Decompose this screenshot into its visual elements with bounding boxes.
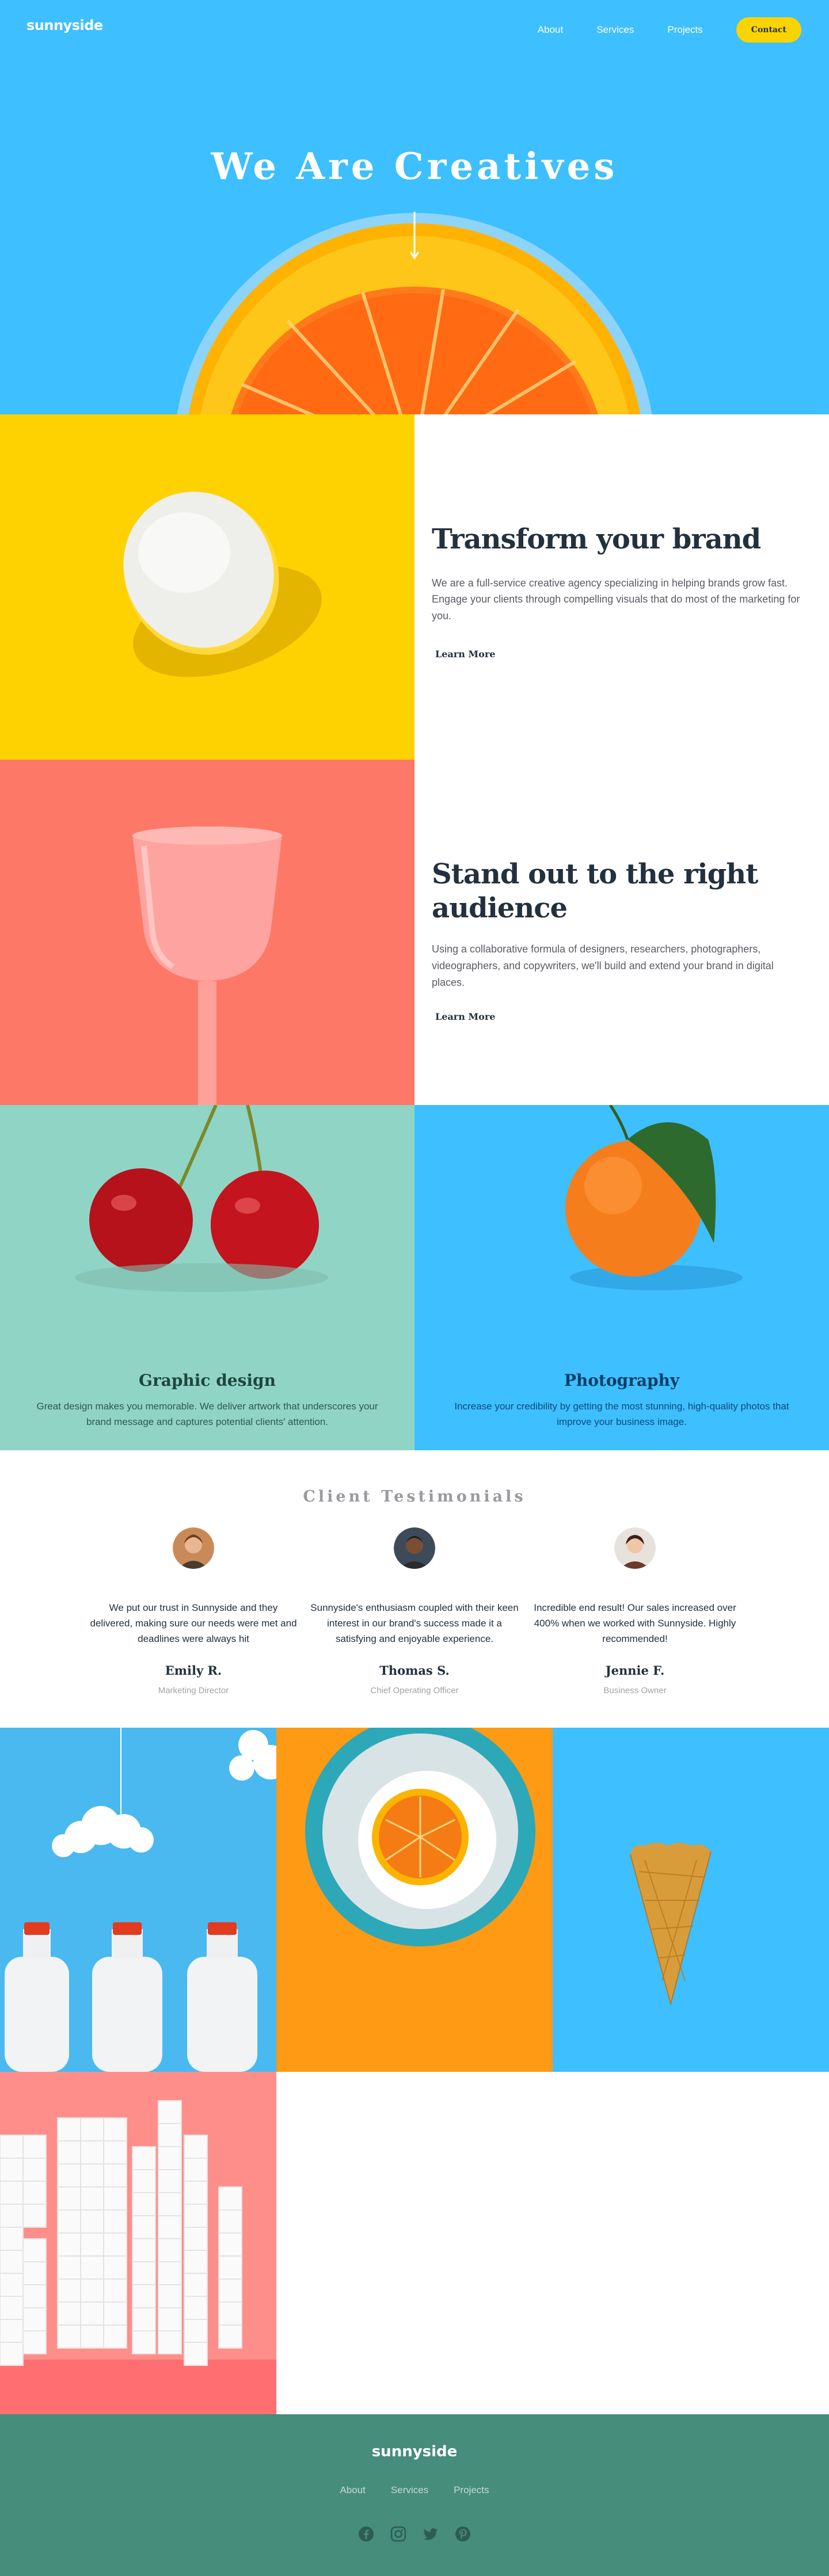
learn-more-link[interactable]: Learn More [432, 1011, 499, 1023]
avatar [173, 1527, 214, 1569]
service-body: Great design makes you memorable. We del… [36, 1401, 378, 1428]
testimonial-card: Sunnyside's enthusiasm coupled with thei… [308, 1527, 521, 1695]
footer-nav: About Services Projects [0, 2484, 829, 2496]
gallery-sugar-cubes-image [0, 2072, 276, 2414]
testimonial-quote: Incredible end result! Our sales increas… [534, 1602, 736, 1645]
hero-section: sunnyside About Services Projects Contac… [0, 0, 829, 414]
testimonial-card: We put our trust in Sunnyside and they d… [87, 1527, 300, 1695]
testimonial-quote: We put our trust in Sunnyside and they d… [90, 1602, 297, 1645]
testimonials-heading: Client Testimonials [303, 1488, 526, 1506]
instagram-icon[interactable] [390, 2526, 406, 2542]
avatar [614, 1527, 656, 1569]
nav-services-link[interactable]: Services [596, 24, 634, 36]
testimonial-name: Emily R. [165, 1663, 222, 1678]
footer-logo[interactable]: sunnyside [0, 2443, 829, 2460]
egg-image [0, 414, 414, 760]
testimonial-role: Chief Operating Officer [370, 1685, 459, 1695]
footer-about-link[interactable]: About [340, 2484, 365, 2496]
feature-body: Using a collaborative formula of designe… [432, 943, 774, 988]
cup-image [0, 760, 414, 1105]
footer-services-link[interactable]: Services [391, 2484, 428, 2496]
testimonial-role: Business Owner [603, 1685, 667, 1695]
feature-standout-text: Stand out to the right audience Using a … [432, 858, 812, 1023]
pinterest-icon[interactable] [455, 2526, 471, 2542]
feature-title: Stand out to the right audience [432, 858, 758, 924]
learn-more-label: Learn More [435, 648, 496, 660]
arrow-down-icon[interactable] [410, 212, 419, 260]
feature-title: Transform your brand [432, 523, 761, 555]
testimonial-name: Jennie F. [605, 1663, 665, 1678]
feature-transform-text: Transform your brand We are a full-servi… [432, 523, 812, 660]
avatar [394, 1527, 435, 1569]
social-links [0, 2526, 829, 2542]
nav-about-link[interactable]: About [538, 24, 563, 36]
testimonial-card: Incredible end result! Our sales increas… [528, 1527, 741, 1695]
testimonial-quote: Sunnyside's enthusiasm coupled with thei… [310, 1602, 519, 1645]
learn-more-link[interactable]: Learn More [432, 649, 499, 660]
hero-title: We Are Creatives [211, 145, 618, 188]
nav-projects-link[interactable]: Projects [667, 24, 702, 36]
service-title: Photography [564, 1371, 680, 1390]
feature-body: We are a full-service creative agency sp… [432, 577, 800, 622]
gallery-orange-plate-image [276, 1728, 553, 2072]
facebook-icon[interactable] [358, 2526, 374, 2542]
site-logo[interactable]: sunnyside [26, 17, 103, 33]
learn-more-label: Learn More [435, 1011, 496, 1023]
twitter-icon[interactable] [423, 2526, 439, 2542]
contact-button[interactable]: Contact [736, 17, 801, 43]
footer: sunnyside About Services Projects [0, 2414, 829, 2576]
gallery-milk-bottles-image [0, 1728, 276, 2072]
gallery-ice-cream-cone-image [553, 1728, 829, 2072]
testimonial-role: Marketing Director [158, 1685, 229, 1695]
service-graphic-design: Graphic design Great design makes you me… [0, 1105, 414, 1450]
service-body: Increase your credibility by getting the… [454, 1401, 789, 1428]
main-nav: About Services Projects Contact [538, 17, 801, 43]
testimonial-name: Thomas S. [379, 1663, 450, 1678]
service-title: Graphic design [139, 1371, 276, 1390]
service-photography: Photography Increase your credibility by… [414, 1105, 829, 1450]
footer-projects-link[interactable]: Projects [454, 2484, 489, 2496]
